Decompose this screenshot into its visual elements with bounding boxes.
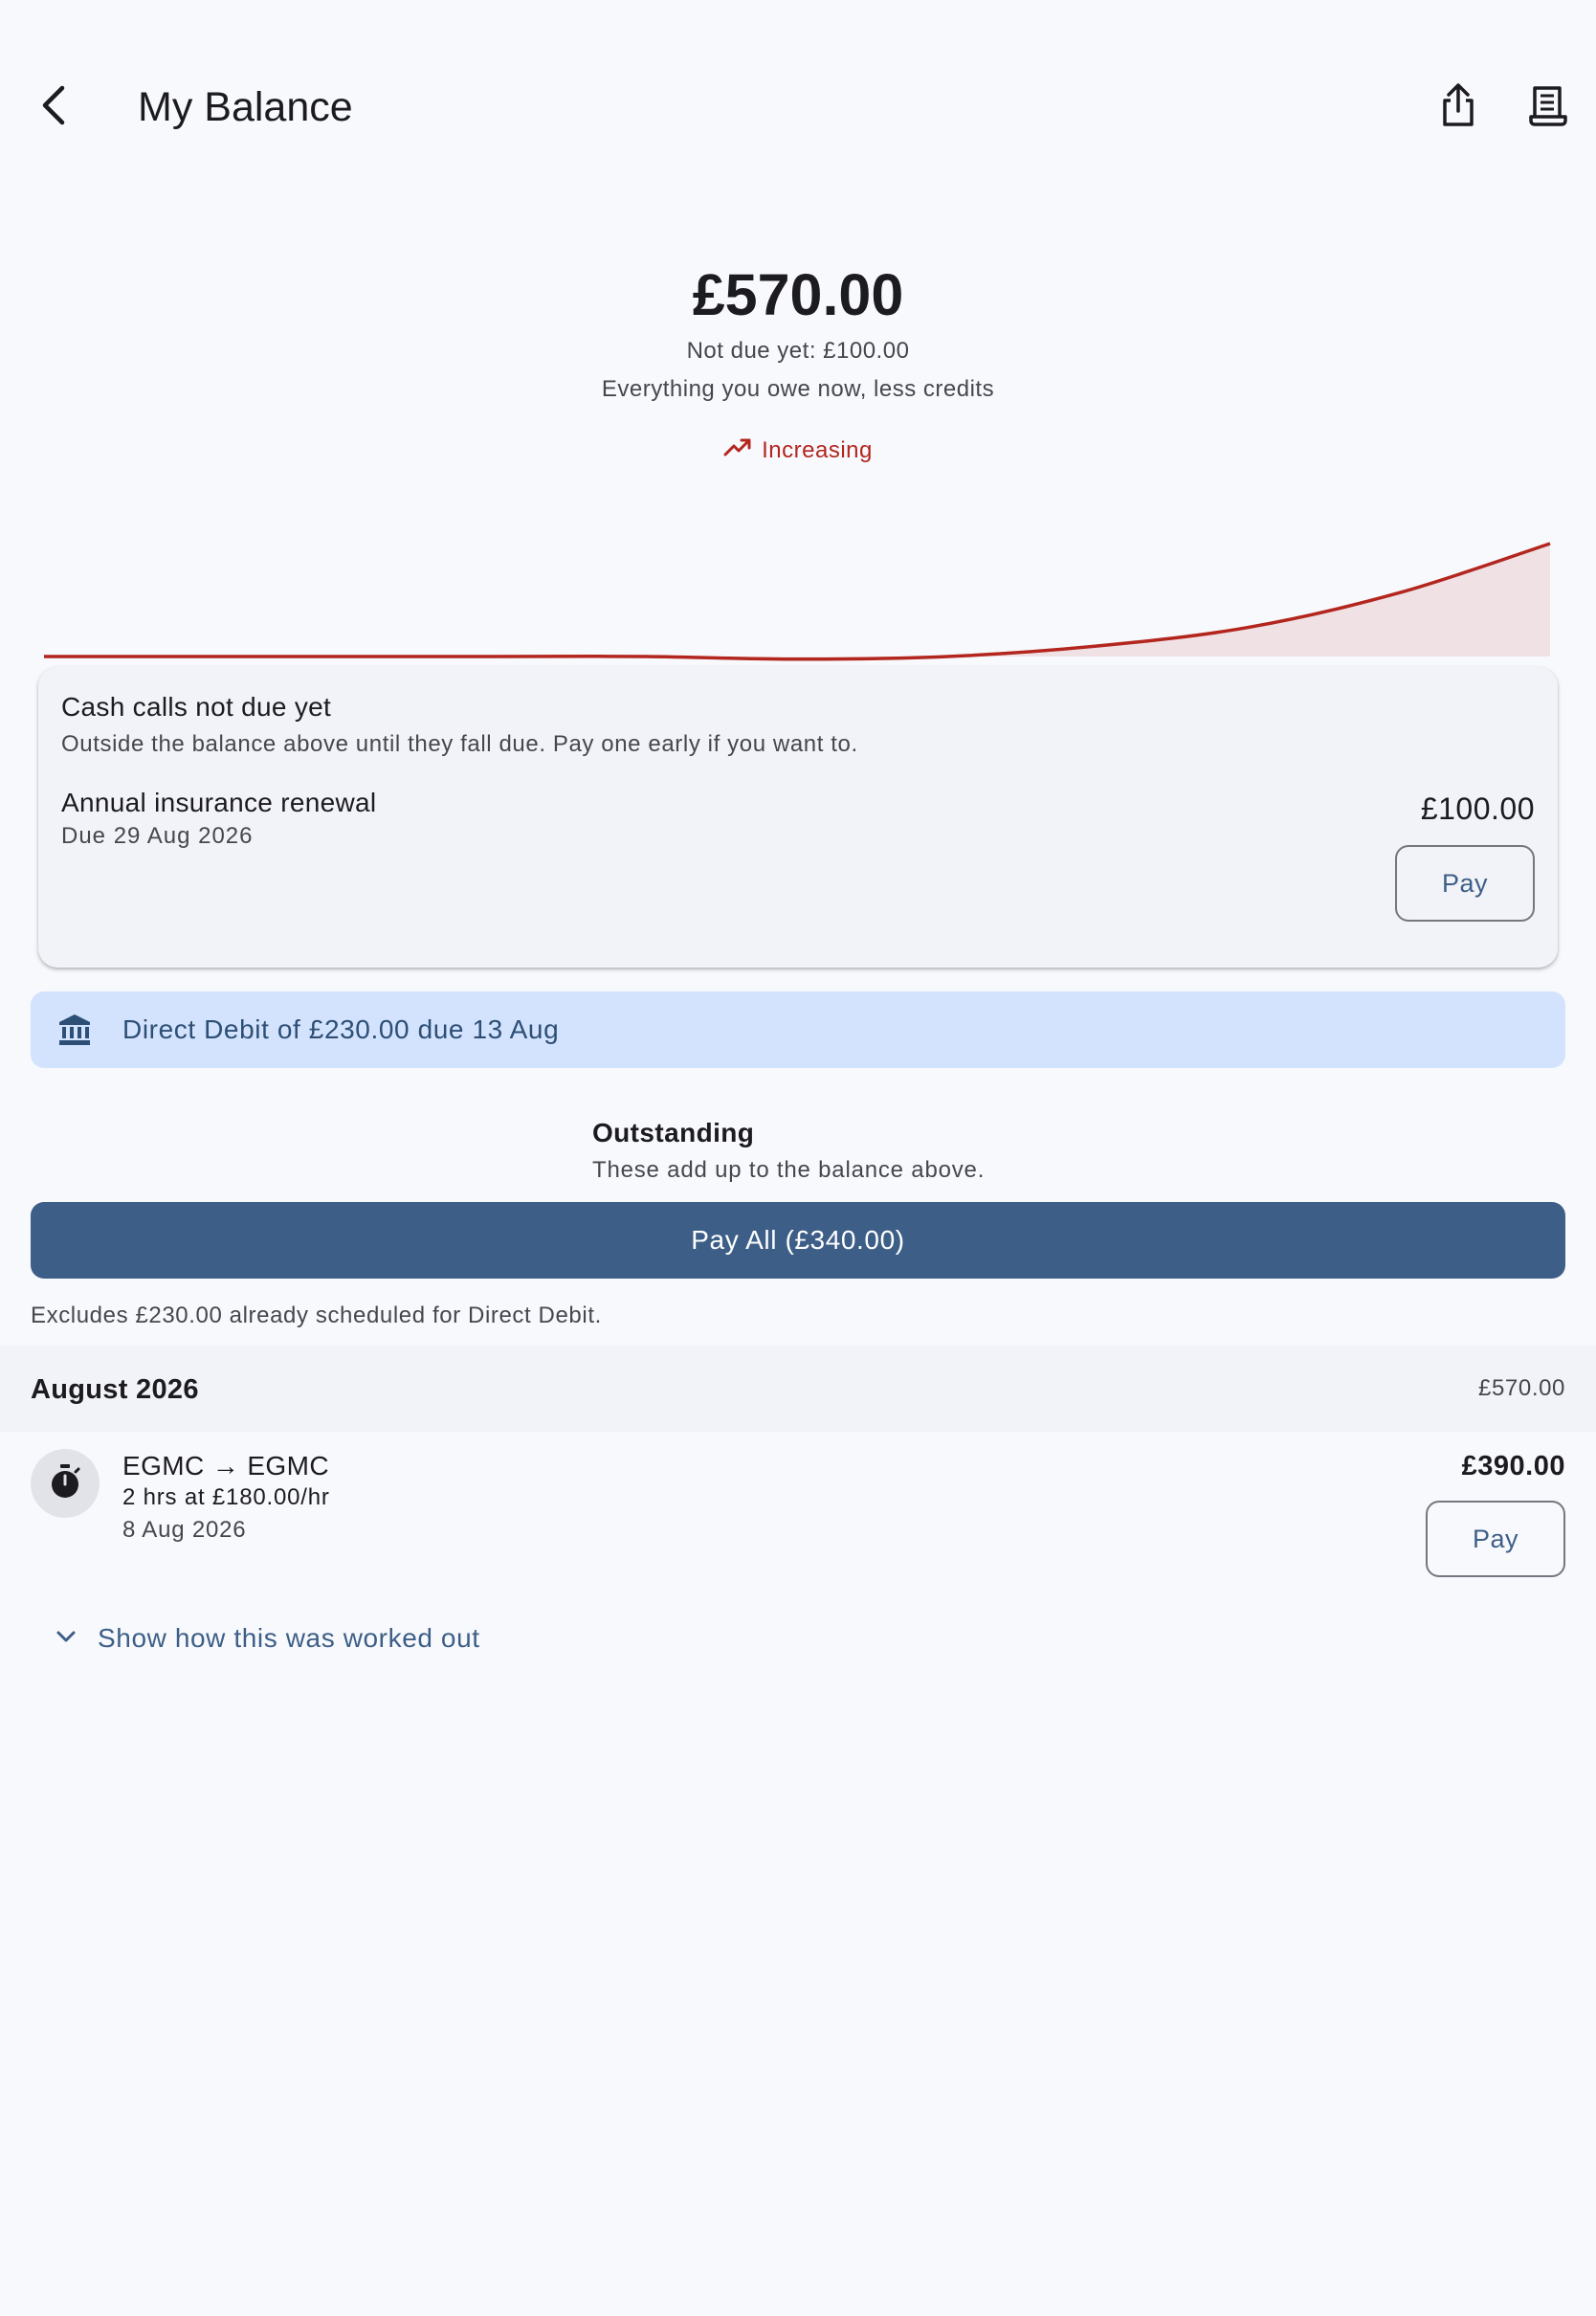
chevron-down-icon: [55, 1630, 77, 1648]
cash-call-amount: £100.00: [1420, 791, 1535, 826]
statement-button[interactable]: [1521, 77, 1575, 138]
receipt-icon: [1529, 84, 1567, 131]
not-due-amount: Not due yet: £100.00: [686, 338, 910, 364]
month-section-header: August 2026 £570.00: [0, 1346, 1596, 1432]
balance-amount: £570.00: [692, 262, 904, 327]
page-title: My Balance: [138, 84, 353, 130]
trending-up-icon: [723, 436, 752, 465]
cash-calls-title: Cash calls not due yet: [61, 692, 332, 722]
share-button[interactable]: [1431, 77, 1485, 138]
cash-calls-card: Cash calls not due yet Outside the balan…: [38, 667, 1558, 968]
direct-debit-text: Direct Debit of £230.00 due 13 Aug: [122, 1014, 560, 1044]
direct-debit-banner: Direct Debit of £230.00 due 13 Aug: [31, 991, 1565, 1068]
trend-indicator: Increasing: [0, 436, 1596, 465]
bank-icon: [55, 1011, 94, 1049]
balance-description: Everything you owe now, less credits: [601, 376, 995, 402]
trend-label: Increasing: [762, 437, 873, 463]
list-item: EGMC → EGMC 2 hrs at £180.00/hr 8 Aug 20…: [0, 1432, 1596, 1604]
chart-area-fill: [44, 544, 1550, 659]
flight-date: 8 Aug 2026: [122, 1517, 247, 1543]
share-icon: [1439, 82, 1477, 133]
cash-call-due-date: Due 29 Aug 2026: [61, 823, 254, 849]
flight-amount: £390.00: [1461, 1451, 1565, 1481]
flight-rate: 2 hrs at £180.00/hr: [122, 1484, 330, 1510]
balance-trend-chart: [44, 542, 1551, 661]
pay-all-button[interactable]: Pay All (£340.00): [31, 1202, 1565, 1279]
cash-calls-subtitle: Outside the balance above until they fal…: [61, 731, 858, 757]
outstanding-title: Outstanding: [592, 1118, 755, 1147]
direct-debit-exclusion-note: Excludes £230.00 already scheduled for D…: [31, 1303, 602, 1328]
month-label: August 2026: [31, 1374, 199, 1405]
month-total: £570.00: [1478, 1375, 1565, 1401]
show-calculation-toggle[interactable]: Show how this was worked out: [55, 1623, 480, 1654]
show-calculation-label: Show how this was worked out: [98, 1623, 480, 1653]
flight-pay-button[interactable]: Pay: [1426, 1501, 1565, 1577]
timer-icon: [49, 1463, 81, 1504]
arrow-back-icon: [39, 84, 68, 131]
outstanding-subtitle: These add up to the balance above.: [592, 1157, 986, 1183]
flight-route: EGMC → EGMC: [122, 1451, 329, 1481]
cash-call-name: Annual insurance renewal: [61, 788, 377, 817]
avatar: [31, 1449, 100, 1518]
cash-call-pay-button[interactable]: Pay: [1395, 845, 1535, 922]
back-button[interactable]: [27, 77, 80, 138]
top-app-bar: My Balance: [0, 0, 1596, 216]
